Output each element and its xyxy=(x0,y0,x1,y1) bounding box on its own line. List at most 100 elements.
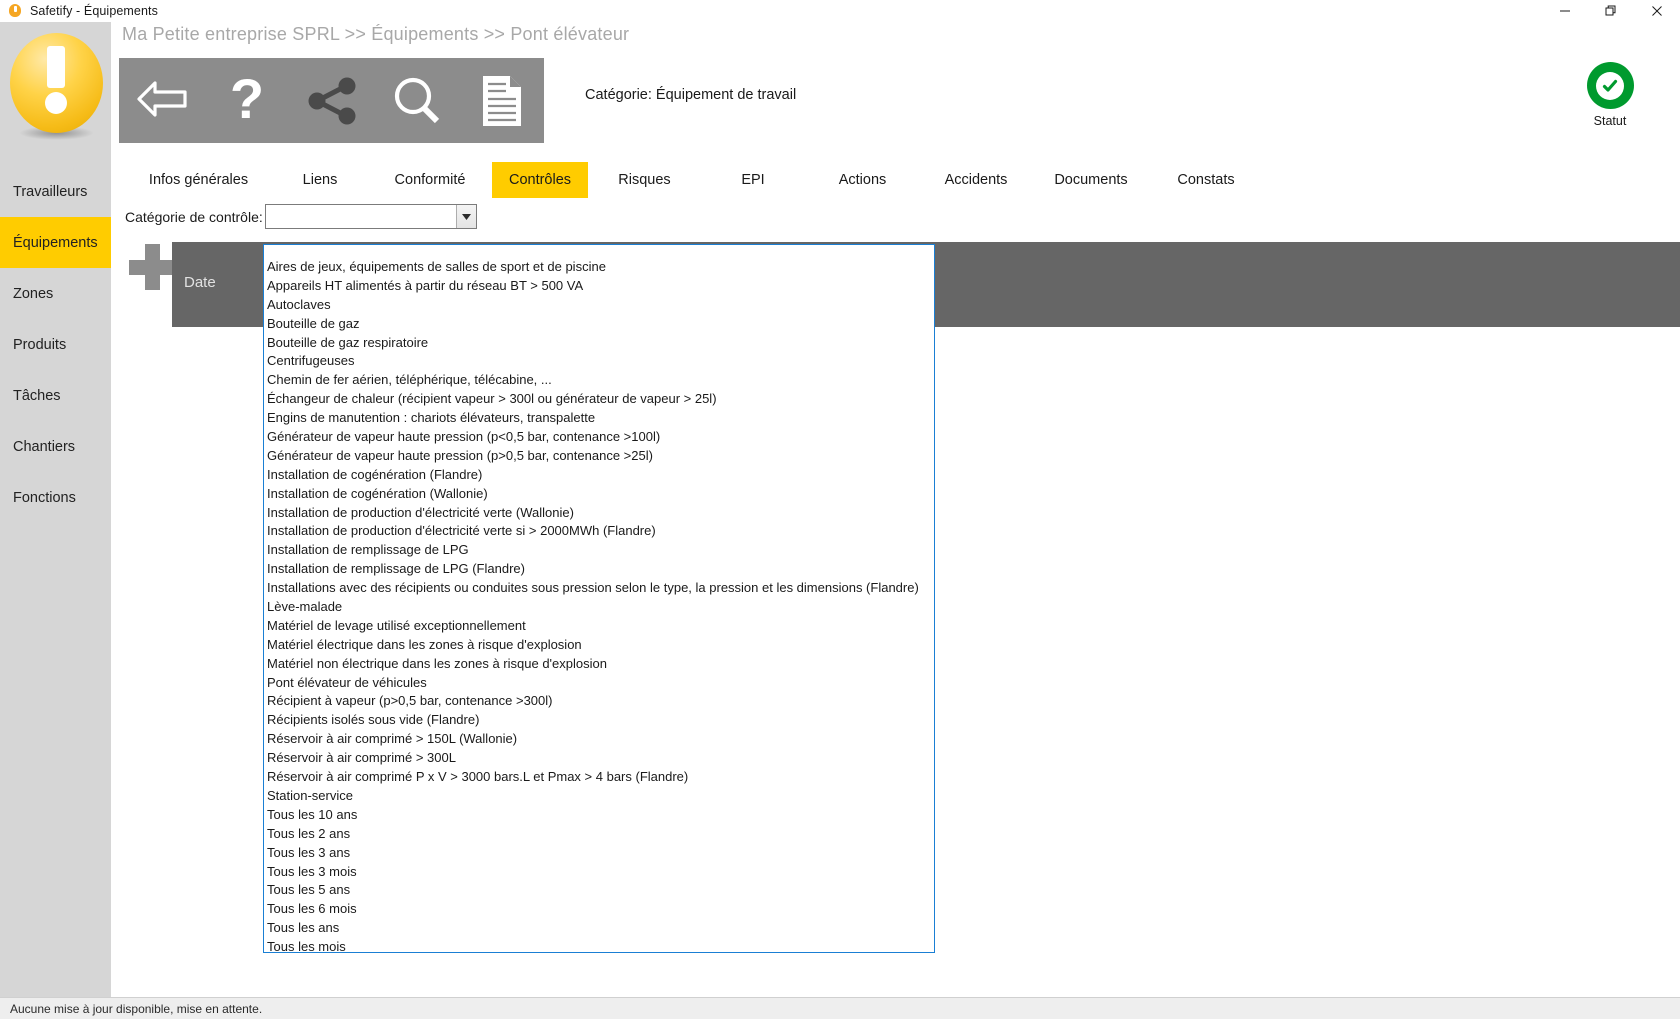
dropdown-option[interactable]: Installation de production d'électricité… xyxy=(264,504,934,523)
tab-documents[interactable]: Documents xyxy=(1032,162,1150,198)
bulb-icon xyxy=(7,3,23,19)
tab-label: Constats xyxy=(1177,172,1235,188)
dropdown-option[interactable]: Tous les 5 ans xyxy=(264,881,934,900)
close-button[interactable] xyxy=(1634,0,1680,22)
tab-label: Risques xyxy=(618,172,671,188)
dropdown-option[interactable]: Matériel non électrique dans les zones à… xyxy=(264,655,934,674)
column-header-date: Date xyxy=(184,274,216,291)
dropdown-option[interactable]: Engins de manutention : chariots élévate… xyxy=(264,409,934,428)
dropdown-option[interactable]: Installation de remplissage de LPG xyxy=(264,541,934,560)
toolbar: ? xyxy=(119,58,544,143)
app-logo xyxy=(3,28,108,160)
search-button[interactable] xyxy=(374,58,459,143)
tab-controles[interactable]: Contrôles xyxy=(492,162,588,198)
dropdown-option[interactable]: Installations avec des récipients ou con… xyxy=(264,579,934,598)
svg-text:?: ? xyxy=(229,72,263,130)
dropdown-option[interactable]: Tous les 6 mois xyxy=(264,900,934,919)
sidebar-item-label: Zones xyxy=(13,285,54,302)
sidebar-item-label: Travailleurs xyxy=(13,183,88,200)
share-button[interactable] xyxy=(289,58,374,143)
control-category-row: Catégorie de contrôle: xyxy=(125,204,477,229)
tab-epi[interactable]: EPI xyxy=(701,162,805,198)
tab-liens[interactable]: Liens xyxy=(272,162,368,198)
tab-label: Documents xyxy=(1054,172,1128,188)
document-icon xyxy=(480,74,524,128)
dropdown-option[interactable]: Générateur de vapeur haute pression (p>0… xyxy=(264,447,934,466)
dropdown-option[interactable]: Récipient à vapeur (p>0,5 bar, contenanc… xyxy=(264,692,934,711)
dropdown-option[interactable]: Matériel de levage utilisé exceptionnell… xyxy=(264,617,934,636)
sidebar-item-produits[interactable]: Produits xyxy=(0,319,111,370)
dropdown-option[interactable]: Tous les 3 mois xyxy=(264,863,934,882)
tab-label: Conformité xyxy=(394,172,466,188)
dropdown-option[interactable]: Réservoir à air comprimé > 300L xyxy=(264,749,934,768)
back-button[interactable] xyxy=(119,58,204,143)
control-category-label: Catégorie de contrôle: xyxy=(125,208,263,225)
dropdown-option[interactable]: Appareils HT alimentés à partir du résea… xyxy=(264,277,934,296)
dropdown-option[interactable]: Tous les 3 ans xyxy=(264,844,934,863)
report-button[interactable] xyxy=(459,58,544,143)
dropdown-option[interactable]: Bouteille de gaz xyxy=(264,315,934,334)
add-control-button[interactable] xyxy=(129,244,175,290)
dropdown-option[interactable]: Réservoir à air comprimé > 150L (Walloni… xyxy=(264,730,934,749)
maximize-button[interactable] xyxy=(1588,0,1634,22)
dropdown-options: Aires de jeux, équipements de salles de … xyxy=(264,245,934,952)
sidebar-item-label: Chantiers xyxy=(13,438,76,455)
chevron-down-icon[interactable] xyxy=(455,205,476,228)
dropdown-option[interactable]: Installation de cogénération (Wallonie) xyxy=(264,485,934,504)
dropdown-option[interactable]: Installation de production d'électricité… xyxy=(264,522,934,541)
status-bar: Aucune mise à jour disponible, mise en a… xyxy=(0,997,1680,1019)
dropdown-option[interactable]: Installation de cogénération (Flandre) xyxy=(264,466,934,485)
sidebar-nav: Travailleurs Équipements Zones Produits … xyxy=(0,166,111,523)
sidebar-item-equipements[interactable]: Équipements xyxy=(0,217,111,268)
window-controls xyxy=(1542,0,1680,22)
dropdown-option[interactable]: Générateur de vapeur haute pression (p<0… xyxy=(264,428,934,447)
dropdown-option[interactable]: Échangeur de chaleur (récipient vapeur >… xyxy=(264,390,934,409)
dropdown-option[interactable]: Tous les mois xyxy=(264,938,934,952)
dropdown-option[interactable]: Récipients isolés sous vide (Flandre) xyxy=(264,711,934,730)
dropdown-option[interactable]: Pont élévateur de véhicules xyxy=(264,674,934,693)
control-category-combobox[interactable] xyxy=(264,204,477,229)
minimize-button[interactable] xyxy=(1542,0,1588,22)
tab-constats[interactable]: Constats xyxy=(1150,162,1262,198)
control-category-input[interactable] xyxy=(266,205,456,228)
dropdown-option[interactable]: Installation de remplissage de LPG (Flan… xyxy=(264,560,934,579)
tab-label: Liens xyxy=(302,172,338,188)
tab-actions[interactable]: Actions xyxy=(805,162,920,198)
magnifier-icon xyxy=(391,75,443,127)
equipment-category-text: Catégorie: Équipement de travail xyxy=(585,87,797,103)
dropdown-option[interactable]: Réservoir à air comprimé P x V > 3000 ba… xyxy=(264,768,934,787)
sidebar: Travailleurs Équipements Zones Produits … xyxy=(0,22,111,1019)
dropdown-option[interactable]: Chemin de fer aérien, téléphérique, télé… xyxy=(264,371,934,390)
status-label: Statut xyxy=(1593,114,1627,128)
sidebar-item-chantiers[interactable]: Chantiers xyxy=(0,421,111,472)
dropdown-option[interactable]: Autoclaves xyxy=(264,296,934,315)
dropdown-option[interactable]: Lève-malade xyxy=(264,598,934,617)
tab-risques[interactable]: Risques xyxy=(588,162,701,198)
sidebar-item-travailleurs[interactable]: Travailleurs xyxy=(0,166,111,217)
dropdown-option[interactable]: Tous les 2 ans xyxy=(264,825,934,844)
sidebar-item-taches[interactable]: Tâches xyxy=(0,370,111,421)
dropdown-option[interactable]: Centrifugeuses xyxy=(264,352,934,371)
sidebar-item-zones[interactable]: Zones xyxy=(0,268,111,319)
tab-label: Contrôles xyxy=(508,172,572,188)
status-bar-message: Aucune mise à jour disponible, mise en a… xyxy=(10,1001,263,1016)
help-button[interactable]: ? xyxy=(204,58,289,143)
sidebar-item-fonctions[interactable]: Fonctions xyxy=(0,472,111,523)
dropdown-option[interactable]: Station-service xyxy=(264,787,934,806)
control-category-dropdown-list[interactable]: Aires de jeux, équipements de salles de … xyxy=(263,244,935,953)
tab-infos-generales[interactable]: Infos générales xyxy=(125,162,272,198)
dropdown-option[interactable]: Bouteille de gaz respiratoire xyxy=(264,334,934,353)
status-badge[interactable]: Statut xyxy=(1570,62,1650,128)
share-icon xyxy=(306,77,358,125)
dropdown-option[interactable]: Tous les ans xyxy=(264,919,934,938)
dropdown-option[interactable]: Aires de jeux, équipements de salles de … xyxy=(264,258,934,277)
tab-conformite[interactable]: Conformité xyxy=(368,162,492,198)
tab-bar: Infos générales Liens Conformité Contrôl… xyxy=(111,162,1680,198)
main-content: Ma Petite entreprise SPRL >> Équipements… xyxy=(111,22,1680,1019)
dropdown-option[interactable]: Matériel électrique dans les zones à ris… xyxy=(264,636,934,655)
dropdown-option[interactable]: Tous les 10 ans xyxy=(264,806,934,825)
title-bar: Safetify - Équipements xyxy=(0,0,1680,22)
window-title: Safetify - Équipements xyxy=(30,4,158,18)
tab-accidents[interactable]: Accidents xyxy=(920,162,1032,198)
sidebar-item-label: Équipements xyxy=(13,234,98,251)
